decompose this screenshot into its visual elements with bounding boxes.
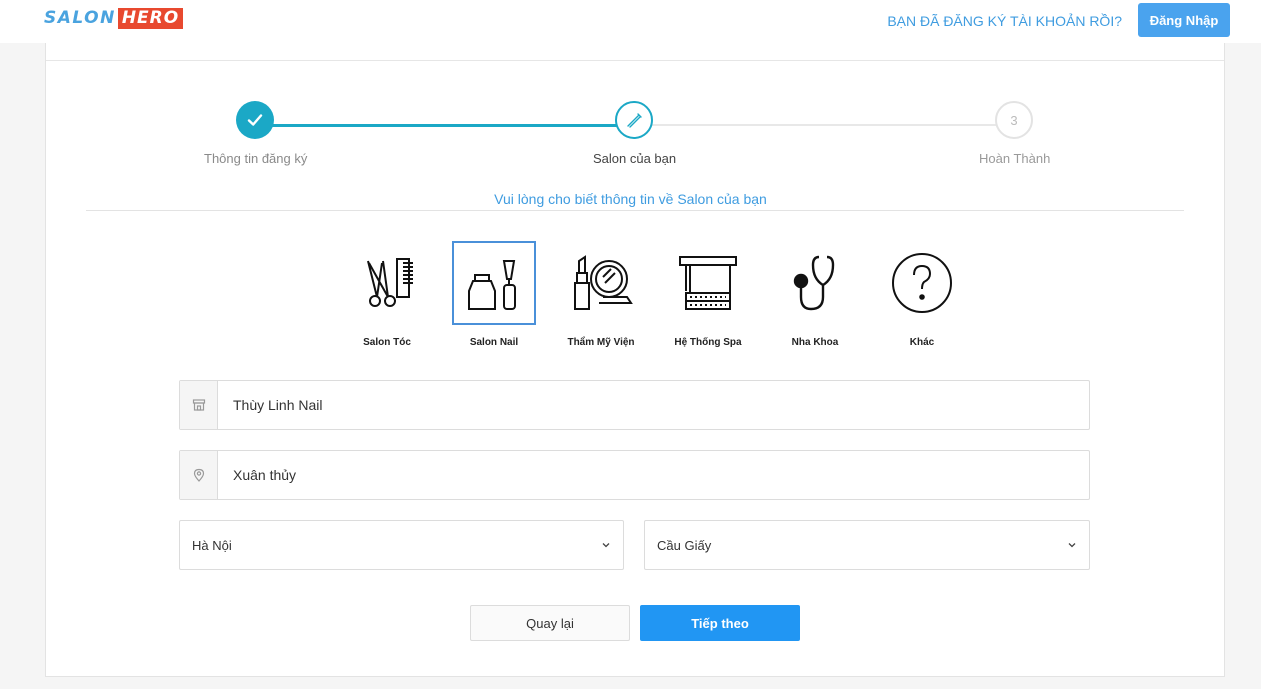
towel-rack-icon: [679, 256, 737, 310]
category-label-nha-khoa: Nha Khoa: [791, 337, 839, 348]
step-1-circle: [236, 101, 274, 139]
salonhero-logo[interactable]: SALON HERO: [44, 8, 184, 29]
chevron-down-icon: [602, 543, 610, 548]
stepper-progress-line: [255, 124, 633, 127]
category-label-he-thong-spa: Hệ Thống Spa: [674, 337, 742, 348]
address-field: [179, 450, 1090, 500]
category-label-tham-my-vien: Thẩm Mỹ Viện: [567, 337, 635, 348]
category-he-thong-spa[interactable]: [666, 241, 750, 325]
map-marker-icon: [193, 468, 204, 482]
form-subtitle: Vui lòng cho biết thông tin về Salon của…: [494, 191, 767, 207]
city-select-value: Hà Nội: [192, 537, 232, 553]
nail-polish-brush-icon: [627, 113, 642, 128]
step-3-label: Hoàn Thành: [979, 151, 1051, 166]
step-2-circle: [615, 101, 653, 139]
district-select-value: Cầu Giấy: [657, 537, 712, 553]
nail-polish-icon: [468, 260, 516, 310]
salon-name-addon: [180, 381, 218, 429]
category-khac[interactable]: [880, 241, 964, 325]
address-input[interactable]: [218, 452, 1089, 498]
district-select[interactable]: Cầu Giấy: [644, 520, 1090, 570]
subtitle-divider: [86, 210, 1184, 211]
category-nha-khoa[interactable]: [773, 241, 857, 325]
already-registered-text: BẠN ĐÃ ĐĂNG KÝ TÀI KHOẢN RỒI?: [887, 13, 1122, 29]
question-circle-icon: [892, 253, 952, 313]
step-2-label: Salon của bạn: [593, 151, 677, 166]
stepper-remaining-line: [633, 124, 1013, 126]
step-3-number: 3: [1010, 112, 1018, 128]
next-button[interactable]: Tiếp theo: [640, 605, 800, 641]
logo-hero-text: HERO: [117, 8, 184, 29]
category-label-khac: Khác: [909, 337, 935, 348]
stethoscope-icon: [793, 255, 835, 311]
category-label-salon-nail: Salon Nail: [469, 337, 519, 348]
salon-name-field: [179, 380, 1090, 430]
category-tham-my-vien[interactable]: [559, 241, 643, 325]
city-select[interactable]: Hà Nội: [179, 520, 624, 570]
check-icon: [247, 114, 263, 126]
step-1-label: Thông tin đăng ký: [204, 151, 308, 166]
scissors-comb-icon: [367, 258, 413, 307]
logo-salon-text: SALON: [44, 8, 116, 28]
category-salon-toc[interactable]: [345, 241, 429, 325]
lipstick-mirror-icon: [574, 255, 633, 310]
category-label-salon-toc: Salon Tóc: [363, 337, 411, 348]
storefront-icon: [192, 399, 205, 411]
top-bar: SALON HERO BẠN ĐÃ ĐĂNG KÝ TÀI KHOẢN RỒI?…: [0, 0, 1261, 43]
login-button[interactable]: Đăng Nhập: [1138, 3, 1230, 37]
back-button[interactable]: Quay lại: [470, 605, 630, 641]
step-3-circle: 3: [995, 101, 1033, 139]
address-addon: [180, 451, 218, 499]
salon-name-input[interactable]: [218, 382, 1089, 428]
card-divider: [46, 60, 1224, 61]
category-salon-nail[interactable]: [452, 241, 536, 325]
chevron-down-icon: [1068, 543, 1076, 548]
